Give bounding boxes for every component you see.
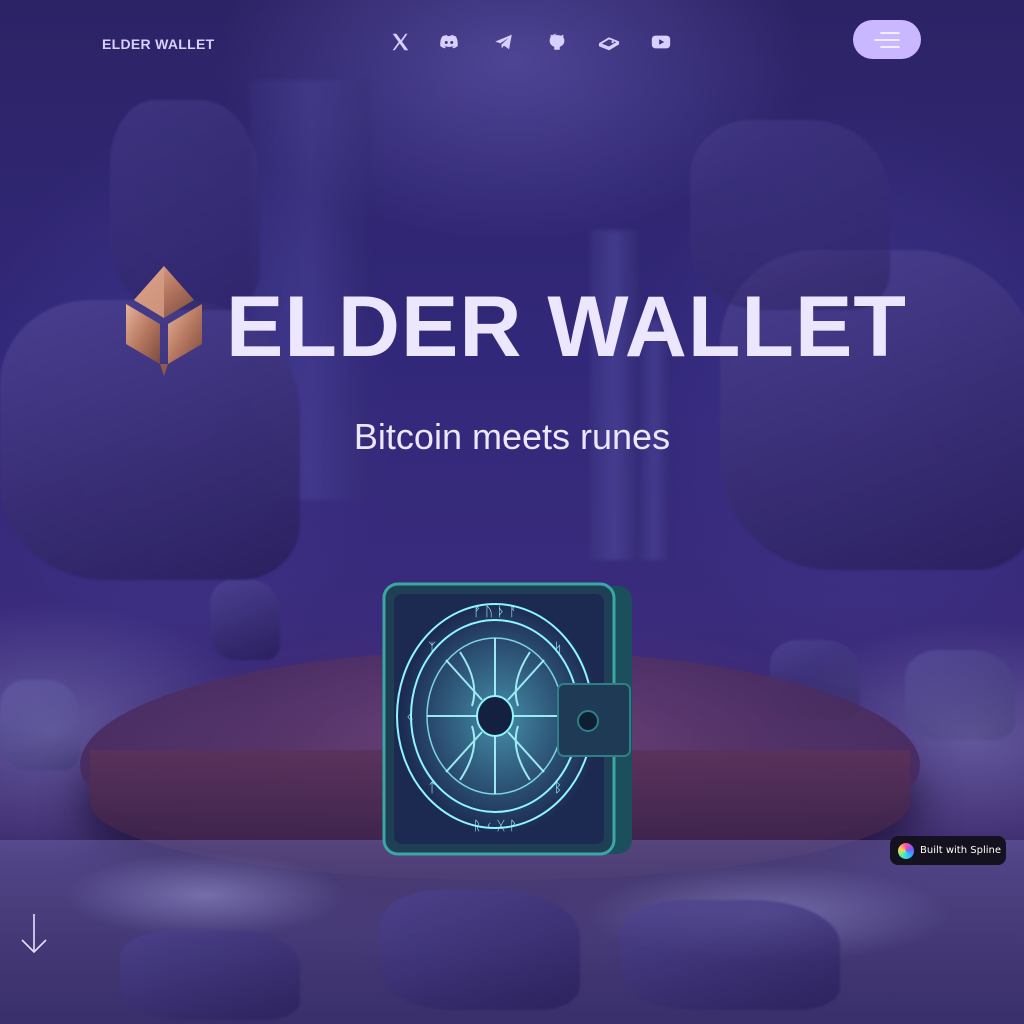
- x-icon[interactable]: [386, 28, 414, 56]
- scroll-down-arrow-icon[interactable]: [18, 912, 50, 956]
- svg-text:ᛋ: ᛋ: [554, 641, 562, 656]
- hamburger-menu-icon: [874, 31, 900, 48]
- svg-text:ᛏ: ᛏ: [428, 781, 436, 796]
- rune-wallet-image: ᚠ ᚢ ᚦ ᚨ ᚱ ᚲ ᚷ ᚹ ᛃ ᛇ ᛉ ᛋ ᛏ ᛒ: [382, 582, 632, 856]
- cave-background: [0, 0, 1024, 1024]
- spline-logo-icon: [898, 842, 914, 859]
- hero-subtitle: Bitcoin meets runes: [353, 416, 671, 457]
- svg-text:ᚠ ᚢ ᚦ ᚨ: ᚠ ᚢ ᚦ ᚨ: [473, 605, 517, 620]
- gitbook-icon[interactable]: [595, 28, 623, 56]
- github-icon[interactable]: [543, 28, 571, 56]
- telegram-icon[interactable]: [490, 28, 518, 56]
- elder-logo-icon: [126, 266, 202, 376]
- built-with-spline-badge[interactable]: Built with Spline: [890, 836, 1006, 865]
- svg-text:ᛒ: ᛒ: [554, 781, 562, 796]
- brand-logo-text[interactable]: ELDER WALLET: [102, 36, 214, 52]
- discord-icon[interactable]: [435, 28, 463, 56]
- youtube-icon[interactable]: [647, 28, 675, 56]
- hero-title: ELDER WALLET: [226, 279, 907, 375]
- menu-button[interactable]: [853, 20, 921, 59]
- page: ELDER WALLET ELDER WALLET Bitcoin meets …: [0, 0, 1024, 1024]
- svg-text:ᛃ: ᛃ: [406, 711, 414, 726]
- svg-text:ᚱ ᚲ ᚷ ᚹ: ᚱ ᚲ ᚷ ᚹ: [473, 819, 517, 834]
- svg-text:ᛉ: ᛉ: [428, 641, 436, 656]
- badge-label: Built with Spline: [920, 845, 1001, 856]
